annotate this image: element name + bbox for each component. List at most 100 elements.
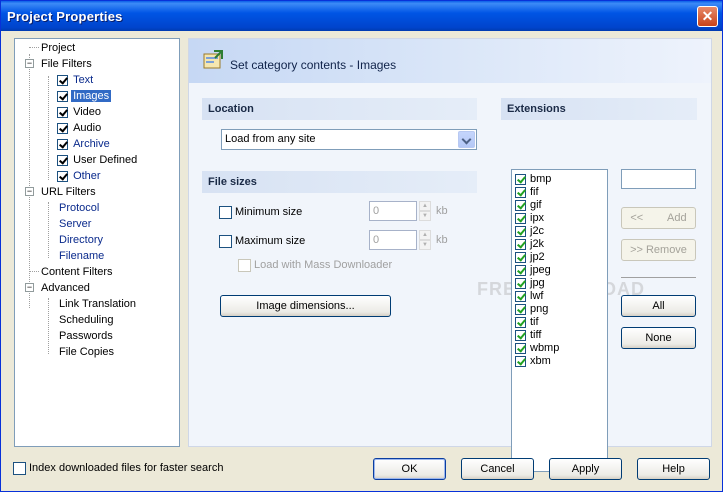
checkbox-icon[interactable] [515,225,526,237]
checkbox-icon[interactable] [515,329,526,341]
list-item[interactable]: j2c [515,225,544,238]
close-button[interactable]: ✕ [697,6,718,27]
checkbox-icon[interactable] [57,138,68,150]
minimum-size-option[interactable]: Minimum size [219,204,302,220]
extension-input[interactable] [621,169,696,189]
tree-item-passwords[interactable]: Passwords [57,328,115,344]
tree-item-url-filters[interactable]: URL Filters [39,184,98,200]
checkbox-icon[interactable] [515,238,526,250]
checkbox-icon[interactable] [57,106,68,118]
remove-extension-button[interactable]: >> Remove [621,239,696,261]
extensions-list[interactable]: bmp fif gif ipx j2c j2k jp2 jpeg jpg lwf… [511,169,608,472]
tree-item-text[interactable]: Text [57,72,95,88]
settings-panel: Set category contents - Images Location … [188,38,712,472]
list-item[interactable]: jpeg [515,264,551,277]
title-bar[interactable]: Project Properties ✕ [1,1,722,31]
list-item[interactable]: gif [515,199,542,212]
list-item[interactable]: tiff [515,329,541,342]
ok-button[interactable]: OK [373,458,446,480]
checkbox-icon[interactable] [57,170,68,182]
panel-body: Location Load from any site File sizes M… [189,83,711,472]
list-item[interactable]: ipx [515,212,544,225]
checkbox-icon[interactable] [219,205,232,219]
chevron-down-icon[interactable] [458,131,475,148]
checkbox-icon[interactable] [515,342,526,354]
list-item[interactable]: j2k [515,238,544,251]
help-button[interactable]: Help [637,458,710,480]
checkbox-icon[interactable] [515,212,526,224]
tree-connector [48,202,49,258]
tree-item-audio[interactable]: Audio [57,120,103,136]
checkbox-icon[interactable] [57,74,68,86]
tree-item-scheduling[interactable]: Scheduling [57,312,115,328]
maximum-size-unit: kb [436,234,448,246]
apply-button[interactable]: Apply [549,458,622,480]
panel-title: Set category contents - Images [230,58,397,72]
collapse-icon[interactable]: − [25,187,34,196]
checkbox-icon[interactable] [57,122,68,134]
list-item[interactable]: bmp [515,173,551,186]
tree-item-server[interactable]: Server [57,216,93,232]
checkbox-icon[interactable] [515,290,526,302]
tree-item-filename[interactable]: Filename [57,248,106,264]
list-item[interactable]: wbmp [515,342,559,355]
checkbox-icon[interactable] [515,355,526,367]
tree-item-video[interactable]: Video [57,104,103,120]
list-item[interactable]: png [515,303,548,316]
dialog-client: Project − File Filters Text Images Video… [4,31,719,490]
tree-item-other[interactable]: Other [57,168,103,184]
mass-downloader-option[interactable]: Load with Mass Downloader [238,257,392,273]
checkbox-icon[interactable] [515,199,526,211]
category-tree: Project − File Filters Text Images Video… [14,38,180,447]
cancel-button[interactable]: Cancel [461,458,534,480]
maximum-size-option[interactable]: Maximum size [219,233,305,249]
tree-connector [48,298,49,354]
checkbox-icon[interactable] [13,461,26,475]
window-title: Project Properties [7,9,123,24]
checkbox-icon[interactable] [515,264,526,276]
maximum-size-input[interactable]: 0 [369,230,417,250]
checkbox-icon[interactable] [515,251,526,263]
checkbox-icon[interactable] [515,186,526,198]
tree-item-link-translation[interactable]: Link Translation [57,296,138,312]
project-properties-window: Project Properties ✕ Project − File Filt… [0,0,723,492]
tree-item-directory[interactable]: Directory [57,232,105,248]
tree-item-archive[interactable]: Archive [57,136,112,152]
tree-item-content-filters[interactable]: Content Filters [39,264,115,280]
location-dropdown[interactable]: Load from any site [221,129,477,150]
index-files-label: Index downloaded files for faster search [29,462,224,474]
tree-item-file-copies[interactable]: File Copies [57,344,116,360]
minimum-size-input[interactable]: 0 [369,201,417,221]
list-item[interactable]: jpg [515,277,545,290]
checkbox-icon[interactable] [515,316,526,328]
minimum-size-unit: kb [436,205,448,217]
tree-item-protocol[interactable]: Protocol [57,200,101,216]
checkbox-icon[interactable] [515,173,526,185]
list-item[interactable]: lwf [515,290,543,303]
list-item[interactable]: jp2 [515,251,545,264]
checkbox-icon[interactable] [219,234,232,248]
collapse-icon[interactable]: − [25,59,34,68]
checkbox-icon[interactable] [238,258,251,272]
tree-item-user-defined[interactable]: User Defined [57,152,139,168]
file-sizes-heading: File sizes [202,171,477,193]
checkbox-icon[interactable] [57,154,68,166]
tree-item-file-filters[interactable]: File Filters [39,56,94,72]
image-dimensions-button[interactable]: Image dimensions... [220,295,391,317]
collapse-icon[interactable]: − [25,283,34,292]
tree-item-advanced[interactable]: Advanced [39,280,92,296]
checkbox-icon[interactable] [515,277,526,289]
index-files-option[interactable]: Index downloaded files for faster search [13,460,223,476]
tree-item-project[interactable]: Project [39,40,77,56]
list-item[interactable]: fif [515,186,539,199]
maximum-size-spinner[interactable]: ▲ ▼ [419,230,431,250]
tree-item-images[interactable]: Images [57,88,112,104]
list-item[interactable]: xbm [515,355,551,368]
select-all-button[interactable]: All [621,295,696,317]
select-none-button[interactable]: None [621,327,696,349]
minimum-size-spinner[interactable]: ▲ ▼ [419,201,431,221]
checkbox-icon[interactable] [515,303,526,315]
add-extension-button[interactable]: << Add [621,207,696,229]
list-item[interactable]: tif [515,316,539,329]
checkbox-icon[interactable] [57,90,68,102]
